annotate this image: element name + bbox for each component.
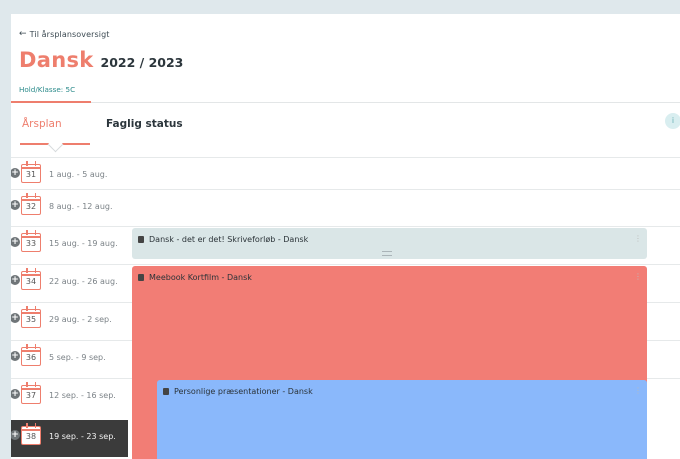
plus-icon[interactable]: + [11,389,20,399]
tab-faglig-status[interactable]: Faglig status [106,118,183,130]
calendar-icon: 36 [21,344,41,366]
week-date-range: 15 aug. - 19 aug. [49,239,118,248]
week-number: 34 [25,277,37,286]
week-date-range: 12 sep. - 16 sep. [49,391,116,400]
course-title: Meebook Kortfilm - Dansk [149,273,252,282]
plus-icon[interactable]: + [11,351,20,361]
week-row: + 32 8 aug. - 12 aug. [11,189,680,227]
week-number: 36 [25,353,37,362]
calendar-icon: 34 [21,268,41,290]
kebab-menu-icon[interactable]: ⋮ [634,386,642,395]
plus-icon[interactable]: + [11,168,20,178]
course-title: Personlige præsentationer - Dansk [174,387,313,396]
week-number: 37 [25,391,37,400]
course-block-skriveforloeb[interactable]: Dansk - det er det! Skriveforløb - Dansk… [132,228,647,259]
week-date-range: 22 aug. - 26 aug. [49,277,118,286]
plus-icon[interactable]: + [11,313,20,323]
week-date-range: 29 aug. - 2 sep. [49,315,112,324]
kebab-menu-icon[interactable]: ⋮ [634,272,642,281]
week-number: 35 [25,315,37,324]
week-number: 38 [25,432,37,441]
school-year: 2022 / 2023 [100,55,184,70]
book-icon [138,274,144,281]
kebab-menu-icon[interactable]: ⋮ [634,234,642,243]
calendar-icon: 37 [21,382,41,404]
book-icon [138,236,144,243]
year-plan-panel: ← Til årsplansoversigt Dansk 2022 / 2023… [11,14,680,459]
calendar-icon: 38 [21,423,41,445]
week-row-active[interactable]: + 38 19 sep. - 23 sep. [11,420,128,457]
class-label: Hold/Klasse: 5C [19,85,76,94]
plus-icon[interactable]: + [11,430,20,440]
plus-icon[interactable]: + [11,200,20,210]
resize-handle[interactable] [382,251,392,256]
active-tab-caret [47,136,64,153]
book-icon [163,388,169,395]
course-title: Dansk - det er det! Skriveforløb - Dansk [149,235,309,244]
calendar-icon: 31 [21,161,41,183]
week-number: 31 [25,170,37,179]
subject-title: Dansk [19,48,94,72]
week-number: 32 [25,202,37,211]
week-date-range: 19 sep. - 23 sep. [49,432,116,441]
plus-icon[interactable]: + [11,275,20,285]
header-accent-line [11,101,91,103]
back-link-label: Til årsplansoversigt [29,29,110,39]
plus-icon[interactable]: + [11,237,20,247]
week-date-range: 5 sep. - 9 sep. [49,353,106,362]
back-link[interactable]: ← Til årsplansoversigt [19,29,110,39]
week-number: 33 [25,239,37,248]
course-block-praesentationer[interactable]: Personlige præsentationer - Dansk ⋮ [157,380,647,459]
calendar-icon: 33 [21,230,41,252]
week-date-range: 1 aug. - 5 aug. [49,170,108,179]
calendar-icon: 35 [21,306,41,328]
week-date-range: 8 aug. - 12 aug. [49,202,113,211]
info-icon[interactable]: i [665,113,680,129]
header-divider [11,102,680,103]
page-title: Dansk 2022 / 2023 [19,48,183,72]
tab-aarsplan[interactable]: Årsplan [22,118,62,130]
calendar-icon: 32 [21,193,41,215]
arrow-left-icon: ← [19,29,27,39]
